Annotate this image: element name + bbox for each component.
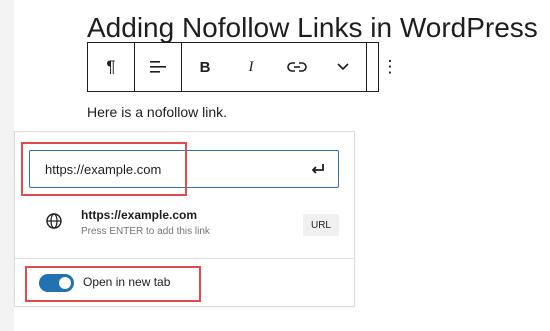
toolbar-group-options: ⋮ bbox=[367, 43, 413, 91]
globe-icon bbox=[46, 213, 62, 229]
paragraph-block[interactable]: Here is a nofollow link. bbox=[87, 104, 227, 120]
align-left-icon bbox=[150, 61, 166, 73]
toolbar-group-block: ¶ bbox=[88, 43, 135, 91]
pilcrow-icon: ¶ bbox=[106, 57, 116, 76]
link-icon bbox=[287, 62, 307, 72]
more-formats-button[interactable] bbox=[320, 43, 366, 91]
url-type-badge: URL bbox=[303, 214, 339, 236]
align-button[interactable] bbox=[135, 43, 181, 91]
enter-icon[interactable] bbox=[310, 161, 326, 177]
editor-left-panel bbox=[0, 0, 14, 331]
toolbar-group-align bbox=[135, 43, 182, 91]
toolbar-group-format: B I bbox=[182, 43, 367, 91]
italic-icon: I bbox=[248, 58, 254, 75]
options-button[interactable]: ⋮ bbox=[367, 43, 413, 91]
link-popover: https://example.com https://example.com … bbox=[14, 131, 355, 307]
link-button[interactable] bbox=[274, 43, 320, 91]
suggestion-title: https://example.com bbox=[81, 208, 198, 222]
chevron-down-icon bbox=[337, 63, 349, 71]
block-toolbar: ¶ B I ⋮ bbox=[87, 42, 399, 92]
link-suggestion[interactable]: https://example.com Press ENTER to add t… bbox=[29, 202, 347, 246]
bold-button[interactable]: B bbox=[182, 43, 228, 91]
bold-icon: B bbox=[199, 58, 211, 76]
suggestion-hint: Press ENTER to add this link bbox=[81, 226, 210, 237]
italic-button[interactable]: I bbox=[228, 43, 274, 91]
new-tab-setting: Open in new tab bbox=[15, 259, 354, 307]
more-vertical-icon: ⋮ bbox=[381, 57, 399, 76]
paragraph-button[interactable]: ¶ bbox=[88, 43, 134, 91]
toggle-highlight-box bbox=[25, 266, 201, 302]
url-highlight-box bbox=[21, 142, 187, 196]
